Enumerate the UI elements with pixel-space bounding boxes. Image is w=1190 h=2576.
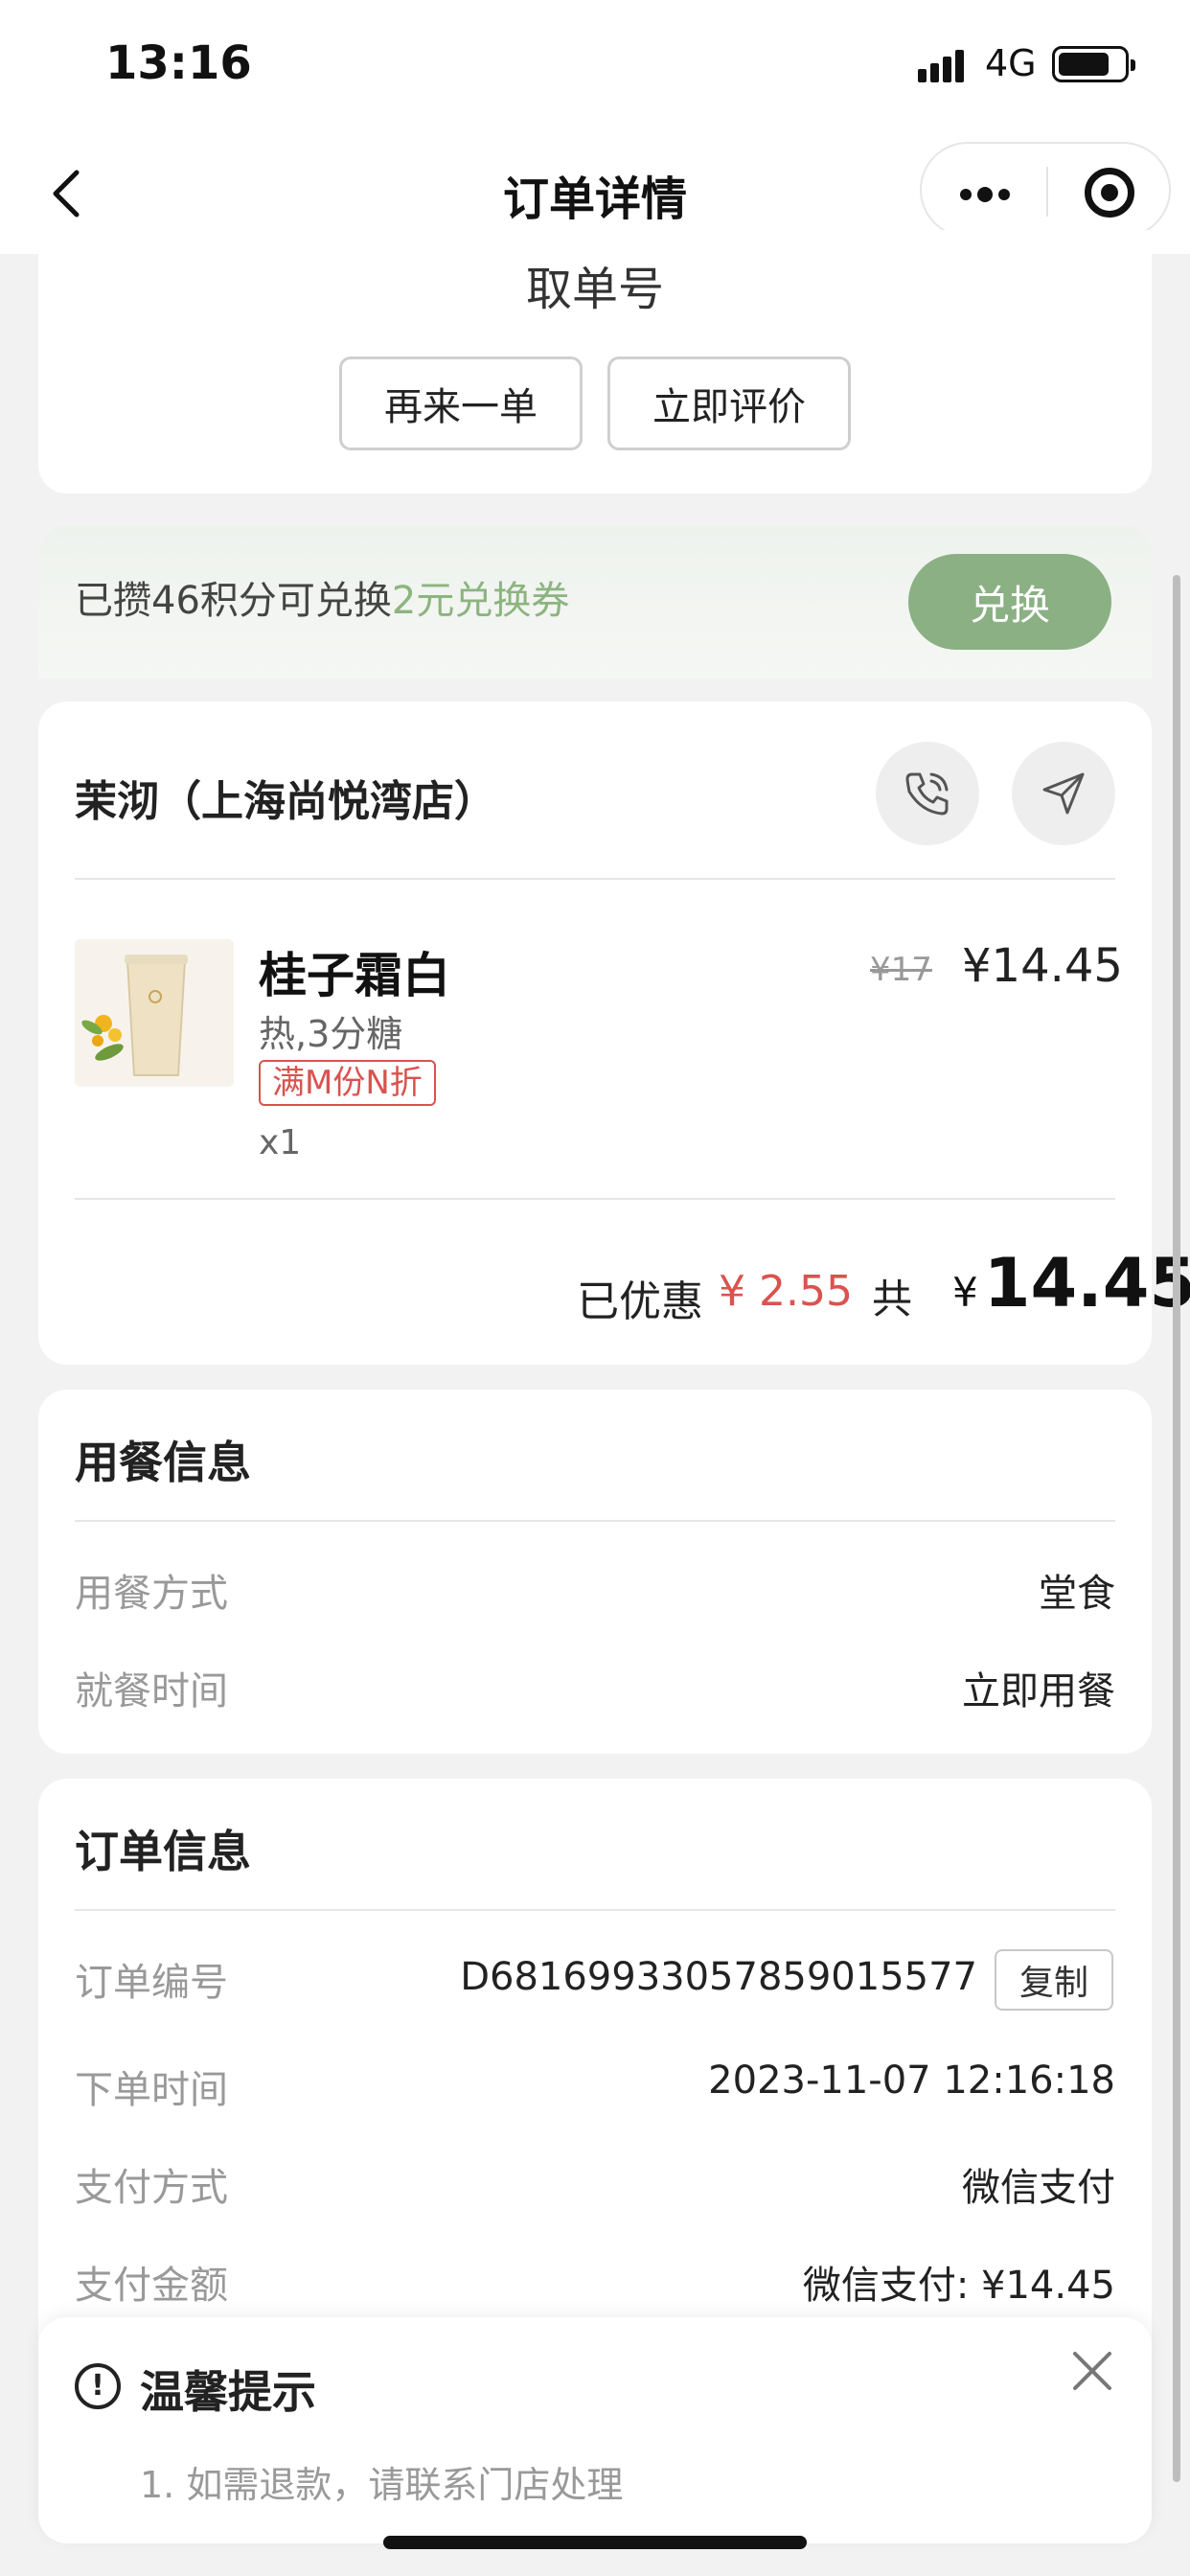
navigation-icon (1042, 772, 1085, 815)
call-store-button[interactable] (876, 742, 979, 845)
dining-info-title: 用餐信息 (75, 1437, 251, 1488)
dining-divider (75, 1520, 1115, 1522)
total-label: 共 (872, 1276, 913, 1322)
copy-order-number-button[interactable]: 复制 (995, 1949, 1113, 2011)
review-button[interactable]: 立即评价 (607, 356, 851, 450)
warning-icon: ! (75, 2363, 121, 2409)
more-dots-icon[interactable] (960, 186, 1016, 204)
total-amount: ¥14.45 (952, 1244, 1190, 1322)
target-icon[interactable] (1085, 168, 1134, 218)
product-image (75, 939, 234, 1087)
order-number-value: D6816993305785901557​7 (460, 1955, 977, 1999)
dining-method-value: 堂食 (1039, 1572, 1115, 1616)
scrollbar[interactable] (1173, 575, 1180, 2482)
product-price: ¥14.45 (962, 939, 1123, 993)
exchange-button[interactable]: 兑换 (908, 554, 1111, 650)
points-coupon-highlight: 2元兑换券 (391, 579, 570, 623)
home-indicator[interactable] (383, 2536, 807, 2549)
order-number-label: 订单编号 (75, 1961, 228, 2005)
discount-value: ¥ 2.55 (719, 1267, 853, 1316)
navigate-store-button[interactable] (1012, 742, 1115, 845)
payment-amount-label: 支付金额 (75, 2264, 228, 2308)
total-currency: ¥ (952, 1269, 978, 1316)
signal-icon (918, 50, 964, 82)
payment-amount-value: 微信支付: ¥14.45 (802, 2264, 1115, 2308)
discount-label: 已优惠 (577, 1277, 703, 1326)
mini-program-capsule (920, 142, 1171, 238)
warm-tip-title: 温馨提示 (140, 2366, 316, 2418)
product-name: 桂子霜白 (259, 948, 450, 1003)
total-value: 14.45 (983, 1244, 1190, 1322)
order-time-value: 2023-11-07 12:16:18 (708, 2058, 1115, 2103)
product-spec: 热,3分糖 (259, 1013, 403, 1055)
dining-time-value: 立即用餐 (962, 1669, 1115, 1714)
reorder-button[interactable]: 再来一单 (339, 356, 583, 450)
network-type: 4G (985, 42, 1037, 84)
capsule-divider (1046, 167, 1048, 217)
original-price: ¥17 (870, 951, 932, 989)
order-time-label: 下单时间 (75, 2068, 228, 2112)
pickup-number-label: 取单号 (525, 263, 664, 316)
store-divider (75, 878, 1115, 880)
close-icon[interactable] (1067, 2346, 1117, 2396)
order-info-divider (75, 1909, 1115, 1911)
warm-tip-text: 1. 如需退款，请联系门店处理 (140, 2464, 624, 2506)
order-info-title: 订单信息 (75, 1826, 251, 1877)
points-text: 已攒46积分可兑换2元兑换券 (75, 569, 569, 625)
status-time: 13:16 (105, 36, 252, 90)
payment-method-value: 微信支付 (962, 2166, 1115, 2210)
product-quantity: x1 (259, 1123, 302, 1162)
promo-tag: 满M份N折 (259, 1060, 436, 1106)
points-text-prefix: 已攒46积分可兑换 (75, 579, 392, 623)
dining-time-label: 就餐时间 (75, 1669, 228, 1714)
warm-tip-panel (38, 2317, 1152, 2543)
payment-method-label: 支付方式 (75, 2166, 228, 2210)
phone-icon (905, 772, 949, 816)
dining-method-label: 用餐方式 (75, 1572, 228, 1616)
product-divider (75, 1198, 1115, 1200)
battery-icon (1052, 46, 1135, 82)
store-name: 茉沏（上海尚悦湾店） (75, 777, 496, 826)
